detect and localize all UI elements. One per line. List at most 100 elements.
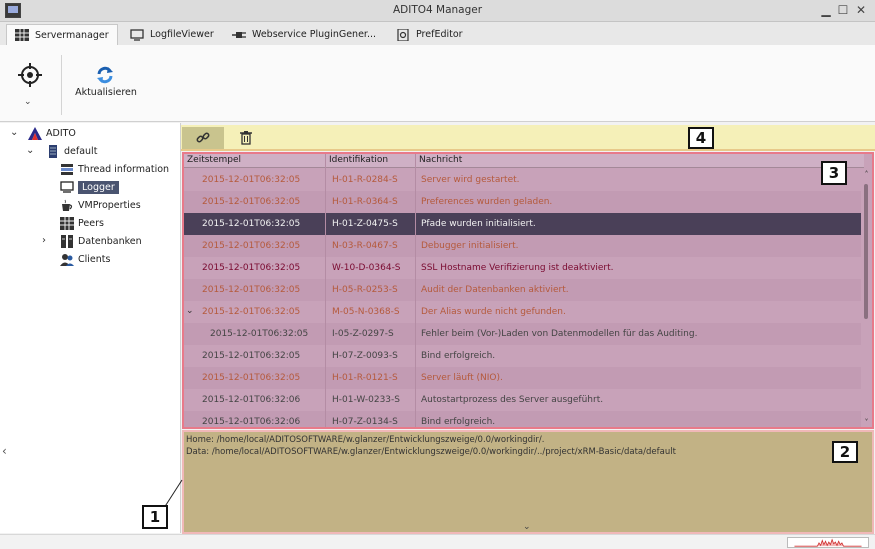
cell-nachricht: Server wird gestartet.	[421, 175, 520, 185]
peers-icon	[60, 217, 74, 230]
column-divider	[325, 154, 326, 427]
cell-identifikation: N-03-R-0467-S	[332, 241, 398, 251]
tab-logfileviewer[interactable]: LogfileViewer	[122, 24, 222, 45]
plug-icon	[232, 31, 246, 38]
detail-data-path: Data: /home/local/ADITOSOFTWARE/w.glanze…	[186, 447, 676, 457]
window-title: ADITO4 Manager	[392, 4, 483, 16]
refresh-button[interactable]: Aktualisieren	[66, 65, 146, 120]
tree-item-clients[interactable]: Clients	[60, 251, 110, 268]
maximize-icon[interactable]: ☐	[836, 3, 850, 17]
log-row[interactable]: 2015-12-01T06:32:05 H-01-R-0364-S Preferen…	[184, 191, 864, 213]
trash-icon	[240, 131, 252, 145]
tree-label: Logger	[78, 181, 119, 194]
tree-item-datenbanken[interactable]: Datenbanken	[60, 233, 142, 250]
header-timestamp[interactable]: Zeitstempel	[187, 155, 241, 165]
log-row[interactable]: 2015-12-01T06:32:05 H-01-R-0121-S Server l…	[184, 367, 864, 389]
tab-label: LogfileViewer	[150, 29, 214, 40]
ribbon-toolbar: ⌄ Aktualisieren	[0, 45, 875, 122]
cell-identifikation: H-07-Z-0134-S	[332, 417, 398, 427]
server-tree: ⌄ ADITO ⌄ default Thread information Log…	[0, 123, 181, 533]
cell-timestamp: 2015-12-01T06:32:05	[202, 307, 301, 317]
cell-timestamp: 2015-12-01T06:32:05	[202, 175, 301, 185]
ribbon-divider	[61, 55, 62, 115]
adito-logo-icon	[28, 127, 42, 140]
cell-nachricht: Bind erfolgreich.	[421, 417, 496, 427]
monitor-icon	[130, 28, 144, 41]
tree-label: Thread information	[78, 164, 170, 175]
cell-nachricht: Preferences wurden geladen.	[421, 197, 553, 207]
tree-item-peers[interactable]: Peers	[60, 215, 104, 232]
cell-nachricht: Der Alias wurde nicht gefunden.	[421, 307, 566, 317]
cell-nachricht: Bind erfolgreich.	[421, 351, 496, 361]
tree-node-default[interactable]: default	[46, 143, 97, 160]
cell-identifikation: W-10-D-0364-S	[332, 263, 401, 273]
scroll-thumb[interactable]	[864, 184, 868, 319]
minimize-icon[interactable]: ▁	[819, 3, 833, 17]
cell-identifikation: M-05-N-0368-S	[332, 307, 400, 317]
tab-prefeditor[interactable]: PrefEditor	[388, 24, 471, 45]
logger-icon	[60, 181, 74, 193]
tree-item-vmproperties[interactable]: VMProperties	[60, 197, 141, 214]
chevron-down-icon[interactable]: ⌄	[523, 522, 531, 532]
header-identifikation[interactable]: Identifikation	[329, 155, 388, 165]
log-table: Zeitstempel Identifikation Nachricht 201…	[182, 152, 874, 429]
coffee-icon	[62, 199, 73, 211]
cell-timestamp: 2015-12-01T06:32:05	[210, 329, 309, 339]
chevron-right-icon[interactable]: ›	[42, 235, 46, 246]
log-row[interactable]: 2015-12-01T06:32:05 W-10-D-0364-S SSL Host…	[184, 257, 864, 279]
cell-timestamp: 2015-12-01T06:32:06	[202, 417, 301, 427]
scroll-down-icon[interactable]: ˅	[861, 418, 872, 427]
header-nachricht[interactable]: Nachricht	[419, 155, 462, 165]
tree-node-adito[interactable]: ADITO	[28, 125, 76, 142]
cell-timestamp: 2015-12-01T06:32:05	[202, 373, 301, 383]
callout-1: 1	[142, 505, 168, 529]
log-row[interactable]: 2015-12-01T06:32:05 N-03-R-0467-S Debugger…	[184, 235, 864, 257]
cell-identifikation: I-05-Z-0297-S	[332, 329, 394, 339]
title-bar: ADITO4 Manager ▁ ☐ ✕	[0, 0, 875, 22]
tab-servermanager[interactable]: Servermanager	[6, 24, 118, 45]
log-row[interactable]: 2015-12-01T06:32:06 H-07-Z-0134-S Bind erf…	[184, 411, 864, 427]
log-row[interactable]: 2015-12-01T06:32:06 H-01-W-0233-S Autostar…	[184, 389, 864, 411]
tree-label: VMProperties	[78, 200, 141, 211]
clear-log-button[interactable]	[225, 127, 267, 149]
database-icon	[61, 235, 73, 248]
close-icon[interactable]: ✕	[854, 3, 868, 17]
cell-timestamp: 2015-12-01T06:32:05	[202, 197, 301, 207]
cell-nachricht: SSL Hostname Verifizierung ist deaktivie…	[421, 263, 614, 273]
tree-label: Datenbanken	[78, 236, 142, 247]
cell-identifikation: H-01-Z-0475-S	[332, 219, 398, 229]
cell-identifikation: H-01-R-0121-S	[332, 373, 398, 383]
tab-label: Servermanager	[35, 29, 109, 41]
expand-row-icon[interactable]: ⌄	[186, 306, 194, 316]
callout-3: 3	[821, 161, 847, 185]
status-bar	[0, 534, 875, 549]
crosshair-icon[interactable]	[18, 63, 42, 87]
link-button[interactable]	[182, 127, 224, 149]
cell-timestamp: 2015-12-01T06:32:05	[202, 285, 301, 295]
clients-icon	[60, 254, 74, 266]
refresh-label: Aktualisieren	[75, 87, 137, 98]
log-row[interactable]: 2015-12-01T06:32:05 H-05-R-0253-S Audit de…	[184, 279, 864, 301]
cell-timestamp: 2015-12-01T06:32:05	[202, 351, 301, 361]
log-row[interactable]: 2015-12-01T06:32:05 I-05-Z-0297-S Fehler b…	[184, 323, 864, 345]
tree-item-thread-information[interactable]: Thread information	[60, 161, 169, 178]
chevron-down-icon[interactable]: ⌄	[24, 97, 32, 107]
log-row[interactable]: 2015-12-01T06:32:05 H-01-R-0284-S Server w…	[184, 169, 864, 191]
link-icon	[196, 132, 210, 143]
gear-doc-icon	[397, 28, 409, 41]
log-row[interactable]: ⌄ 2015-12-01T06:32:05 M-05-N-0368-S Der Ali…	[184, 301, 864, 323]
tree-item-logger[interactable]: Logger	[60, 179, 119, 196]
chevron-down-icon[interactable]: ⌄	[26, 145, 34, 156]
log-row[interactable]: 2015-12-01T06:32:05 H-07-Z-0093-S Bind erf…	[184, 345, 864, 367]
log-row[interactable]: 2015-12-01T06:32:05 H-01-Z-0475-S Pfade wu…	[184, 213, 864, 235]
table-header: Zeitstempel Identifikation Nachricht	[184, 154, 864, 168]
tab-webservice[interactable]: Webservice PluginGener...	[224, 24, 384, 45]
collapse-panel-icon[interactable]: ‹	[2, 444, 7, 458]
chevron-down-icon[interactable]: ⌄	[10, 127, 18, 138]
cell-identifikation: H-01-W-0233-S	[332, 395, 400, 405]
cell-timestamp: 2015-12-01T06:32:05	[202, 241, 301, 251]
scroll-up-icon[interactable]: ˄	[861, 170, 872, 179]
cell-nachricht: Debugger initialisiert.	[421, 241, 519, 251]
vertical-scrollbar[interactable]: ˄ ˅	[861, 168, 872, 427]
cell-identifikation: H-01-R-0364-S	[332, 197, 398, 207]
